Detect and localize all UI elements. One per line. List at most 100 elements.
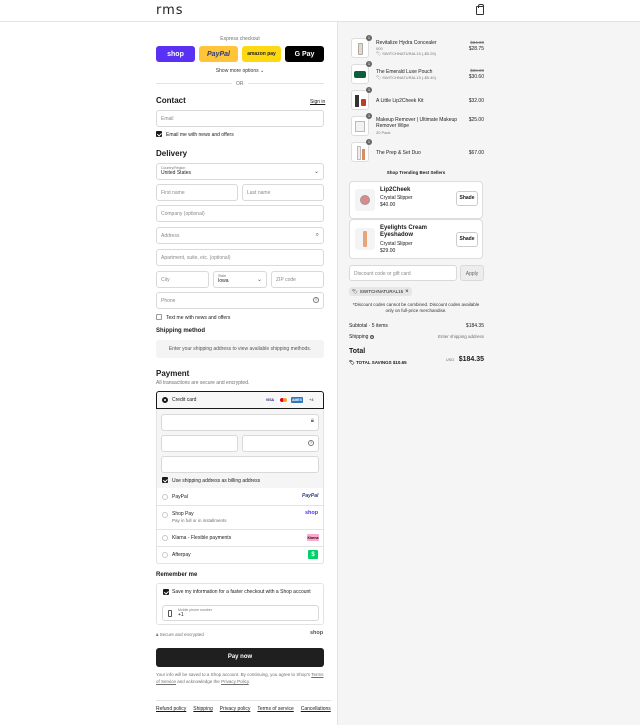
remove-code-icon[interactable]: × <box>405 289 409 295</box>
discount-note: *Discount codes cannot be combined. Disc… <box>352 302 480 313</box>
applied-discount-chip: 🏷︎ SWITCHNATURAL15 × <box>349 287 412 296</box>
email-news-checkbox[interactable] <box>156 131 162 137</box>
show-more-options-link[interactable]: Show more options ⌄ <box>156 68 324 74</box>
klarna-radio[interactable] <box>162 535 168 541</box>
shade-button[interactable]: Shade <box>456 232 478 247</box>
subtotal-value: $184.35 <box>465 323 484 329</box>
help-icon[interactable]: ? <box>308 440 314 446</box>
billing-address-label: Use shipping address as billing address <box>172 478 261 484</box>
shop-pay-button[interactable]: shop <box>156 46 195 62</box>
total-value: $184.35 <box>458 356 484 363</box>
shop-pay-option[interactable]: Shop Pay Pay in full or in installments … <box>156 506 324 530</box>
cancellations-link[interactable]: Cancellations <box>301 706 331 712</box>
afterpay-logo-icon: $ <box>308 550 318 559</box>
klarna-option[interactable]: Klarna - Flexible payments Klarna <box>156 530 324 547</box>
chevron-down-icon: ⌄ <box>313 169 319 175</box>
email-field[interactable]: Email <box>156 110 324 127</box>
trending-product-variant: Crystal Slipper <box>380 195 413 201</box>
mastercard-icon <box>278 397 288 403</box>
terms-of-service-footer-link[interactable]: Terms of service <box>257 706 293 712</box>
paypal-label: PayPal <box>172 494 188 500</box>
afterpay-option[interactable]: Afterpay $ <box>156 547 324 564</box>
paypal-button[interactable]: PayPal <box>199 46 238 62</box>
refund-policy-link[interactable]: Refund policy <box>156 706 186 712</box>
afterpay-radio[interactable] <box>162 552 168 558</box>
total-savings-row: 🏷︎ TOTAL SAVINGS $10.65 <box>349 360 407 366</box>
billing-address-checkbox[interactable] <box>162 477 168 483</box>
trending-product-price: $29.00 <box>380 248 396 254</box>
text-news-checkbox[interactable] <box>156 314 162 320</box>
payment-subtitle: All transactions are secure and encrypte… <box>156 380 250 386</box>
expiration-date-field[interactable] <box>161 435 238 452</box>
save-info-checkbox[interactable] <box>163 589 169 595</box>
credit-card-radio[interactable] <box>162 397 168 403</box>
footer-links: Refund policy Shipping Privacy policy Te… <box>156 706 331 712</box>
old-price: $36.00 <box>470 68 484 73</box>
product-variant: 20 Pack <box>376 130 391 135</box>
credit-card-option[interactable]: Credit card VISA AMEX +4 <box>156 391 324 409</box>
save-info-label: Save my information for a faster checkou… <box>172 589 311 595</box>
country-value: United States <box>161 170 192 176</box>
card-fields-section: 🔒︎ ? Use shipping address as billing add… <box>156 409 324 488</box>
search-icon: ⌕ <box>315 232 319 238</box>
privacy-policy-footer-link[interactable]: Privacy policy <box>220 706 251 712</box>
state-select[interactable]: State Iowa ⌄ <box>213 271 267 288</box>
sign-in-link[interactable]: Sign in <box>310 99 325 105</box>
savings-value: $10.65 <box>392 360 407 365</box>
afterpay-label: Afterpay <box>172 552 191 558</box>
text-news-label: Text me with news and offers <box>166 315 231 321</box>
card-number-field[interactable]: 🔒︎ <box>161 414 319 431</box>
product-thumbnail <box>355 228 375 250</box>
apartment-field[interactable]: Apartment, suite, etc. (optional) <box>156 249 324 266</box>
shipping-policy-link[interactable]: Shipping <box>193 706 212 712</box>
pay-now-button[interactable]: Pay now <box>156 648 324 667</box>
shopping-bag-icon[interactable] <box>476 4 484 15</box>
more-cards-count: +4 <box>309 397 314 402</box>
discount-code-field[interactable]: Discount code or gift card <box>349 265 457 281</box>
legal-intro: Your info will be saved to a Shop accoun… <box>156 672 311 677</box>
paypal-option[interactable]: PayPal PayPal <box>156 488 324 506</box>
tag-icon: 🏷︎ <box>376 51 382 56</box>
security-code-field[interactable]: ? <box>242 435 319 452</box>
product-thumbnail <box>351 38 369 58</box>
divider <box>156 83 232 84</box>
address-placeholder: Address <box>161 233 180 239</box>
mobile-phone-field[interactable]: Mobile phone number +1 <box>162 605 319 621</box>
phone-field[interactable]: Phone ? <box>156 292 324 309</box>
product-thumbnail <box>355 189 375 211</box>
google-pay-button[interactable]: G Pay <box>285 46 324 62</box>
quantity-badge: 1 <box>366 61 372 67</box>
klarna-label: Klarna - Flexible payments <box>172 535 232 541</box>
apply-discount-button[interactable]: Apply <box>460 265 484 281</box>
shipping-row: Shipping ? <box>349 334 374 340</box>
product-thumbnail <box>351 90 369 110</box>
shade-button[interactable]: Shade <box>456 191 478 206</box>
privacy-policy-link[interactable]: Privacy Policy <box>221 679 249 684</box>
amazon-pay-button[interactable]: amazon pay <box>242 46 281 62</box>
product-price: $25.00 <box>468 117 484 123</box>
last-name-field[interactable]: Last name <box>242 184 324 201</box>
tag-icon: 🏷︎ <box>352 288 358 294</box>
shop-pay-radio[interactable] <box>162 512 168 518</box>
city-field[interactable]: City <box>156 271 209 288</box>
store-logo[interactable]: rms <box>156 3 184 18</box>
amex-icon: AMEX <box>291 397 303 403</box>
company-field[interactable]: Company (optional) <box>156 205 324 222</box>
product-thumbnail <box>351 142 369 162</box>
paypal-radio[interactable] <box>162 494 168 500</box>
zip-code-field[interactable]: ZIP code <box>271 271 324 288</box>
address-field[interactable]: Address ⌕ <box>156 227 324 244</box>
product-thumbnail <box>351 116 369 136</box>
remember-me-heading: Remember me <box>156 572 198 578</box>
help-icon[interactable]: ? <box>313 297 319 303</box>
help-icon[interactable]: ? <box>369 335 374 339</box>
payment-heading: Payment <box>156 369 190 378</box>
first-name-field[interactable]: First name <box>156 184 238 201</box>
product-price: $30.60 <box>468 74 484 80</box>
product-name: The Prep & Set Duo <box>376 150 421 156</box>
country-select[interactable]: Country/Region United States ⌄ <box>156 163 324 180</box>
trending-product-card: Eyelights Cream Eyeshadow Crystal Slippe… <box>349 219 483 259</box>
name-on-card-field[interactable] <box>161 456 319 473</box>
product-price: $28.75 <box>468 46 484 52</box>
email-news-label: Email me with news and offers <box>166 132 234 138</box>
